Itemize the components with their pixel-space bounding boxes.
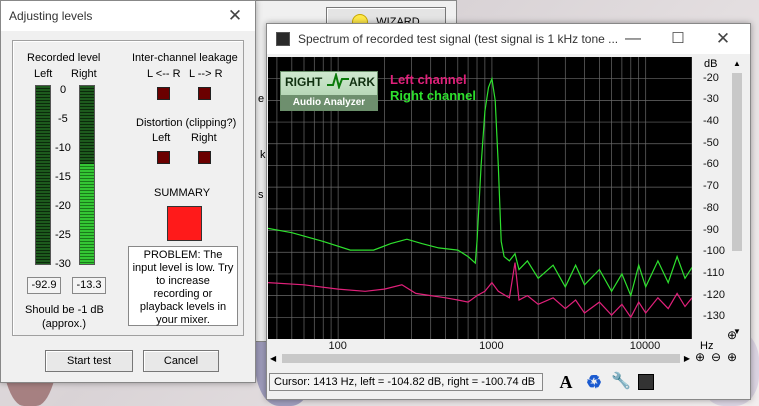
dialog-titlebar: Adjusting levels ✕	[1, 1, 255, 31]
partial-text: k	[260, 149, 266, 161]
horizontal-scrollbar[interactable]: ◀ ▶	[268, 351, 692, 366]
recorded-level-label: Recorded level	[27, 52, 101, 64]
maximize-icon[interactable]: ☐	[657, 24, 699, 54]
close-icon[interactable]: ✕	[215, 1, 255, 31]
zoom-icon[interactable]: ⊕	[727, 350, 737, 364]
save-icon[interactable]	[636, 372, 656, 392]
problem-message: PROBLEM: The input level is low. Try to …	[128, 246, 238, 326]
meter-left-label: Left	[34, 68, 53, 80]
leakage-lr-indicator	[157, 87, 170, 100]
right-level-value: -13.3	[72, 277, 106, 294]
scale-label: -25	[55, 229, 71, 241]
start-test-button[interactable]: Start test	[45, 350, 133, 372]
recycle-icon[interactable]: ♻	[584, 372, 604, 392]
right-level-meter	[79, 85, 95, 265]
distortion-right-indicator	[198, 151, 211, 164]
legend-right-channel: Right channel	[390, 88, 476, 103]
adjusting-levels-dialog: Adjusting levels ✕ Recorded level Left R…	[0, 0, 256, 383]
spectrum-window: Spectrum of recorded test signal (test s…	[266, 23, 751, 400]
partial-text: s	[258, 189, 264, 201]
vertical-scrollbar[interactable]: ▲ ▼	[729, 57, 745, 339]
scroll-left-icon[interactable]: ◀	[270, 351, 276, 366]
target-level-text: Should be -1 dB	[25, 304, 104, 316]
logo-text: ARK	[349, 75, 375, 89]
scale-label: -10	[55, 142, 71, 154]
partial-text: e	[258, 93, 265, 105]
scale-label: -5	[58, 113, 68, 125]
pulse-icon	[327, 73, 349, 89]
distortion-label: Distortion (clipping?)	[136, 117, 237, 129]
meter-unlit	[80, 86, 94, 164]
left-level-value: -92.9	[27, 277, 61, 294]
scroll-thumb[interactable]	[282, 354, 680, 363]
logo-subtitle: Audio Analyzer	[281, 95, 377, 110]
minimize-icon[interactable]: —	[612, 24, 654, 54]
summary-indicator	[167, 206, 202, 241]
zoom-in-icon[interactable]: ⊕	[727, 328, 737, 342]
spectrum-title: Spectrum of recorded test signal (test s…	[298, 32, 619, 46]
scroll-up-icon[interactable]: ▲	[729, 57, 745, 71]
distortion-left-indicator	[157, 151, 170, 164]
approx-text: (approx.)	[42, 318, 87, 330]
meter-right-label: Right	[71, 68, 97, 80]
font-icon[interactable]: A	[556, 372, 576, 392]
distortion-left-label: Left	[152, 132, 171, 144]
cancel-button[interactable]: Cancel	[143, 350, 219, 372]
close-icon[interactable]: ✕	[702, 24, 744, 54]
leakage-lr-label: L <-- R	[147, 68, 181, 80]
scale-label: -20	[55, 200, 71, 212]
scale-label: -30	[55, 258, 71, 270]
zoom-in-icon[interactable]: ⊕	[695, 350, 705, 364]
logo-text: RIGHT	[285, 75, 323, 89]
left-level-meter	[35, 85, 51, 265]
scroll-thumb[interactable]	[732, 73, 742, 251]
rightmark-logo: RIGHT ARK Audio Analyzer	[280, 71, 378, 111]
leakage-rl-indicator	[198, 87, 211, 100]
scale-label: 0	[60, 84, 67, 96]
zoom-out-icon[interactable]: ⊖	[711, 350, 721, 364]
meter-unlit	[36, 86, 50, 264]
leakage-label: Inter-channel leakage	[132, 52, 238, 64]
spectrum-titlebar: Spectrum of recorded test signal (test s…	[267, 24, 750, 54]
app-icon	[276, 32, 290, 46]
scroll-right-icon[interactable]: ▶	[684, 351, 690, 366]
meter-lit	[80, 164, 94, 264]
db-unit-label: dB	[704, 58, 718, 70]
scale-label: -15	[55, 171, 71, 183]
cursor-readout: Cursor: 1413 Hz, left = -104.82 dB, righ…	[269, 373, 543, 391]
summary-label: SUMMARY	[154, 187, 211, 199]
wrench-icon[interactable]: 🔧	[611, 372, 631, 392]
legend-left-channel: Left channel	[390, 72, 467, 87]
dialog-title: Adjusting levels	[9, 9, 93, 23]
leakage-rl-label: L --> R	[189, 68, 223, 80]
distortion-right-label: Right	[191, 132, 217, 144]
